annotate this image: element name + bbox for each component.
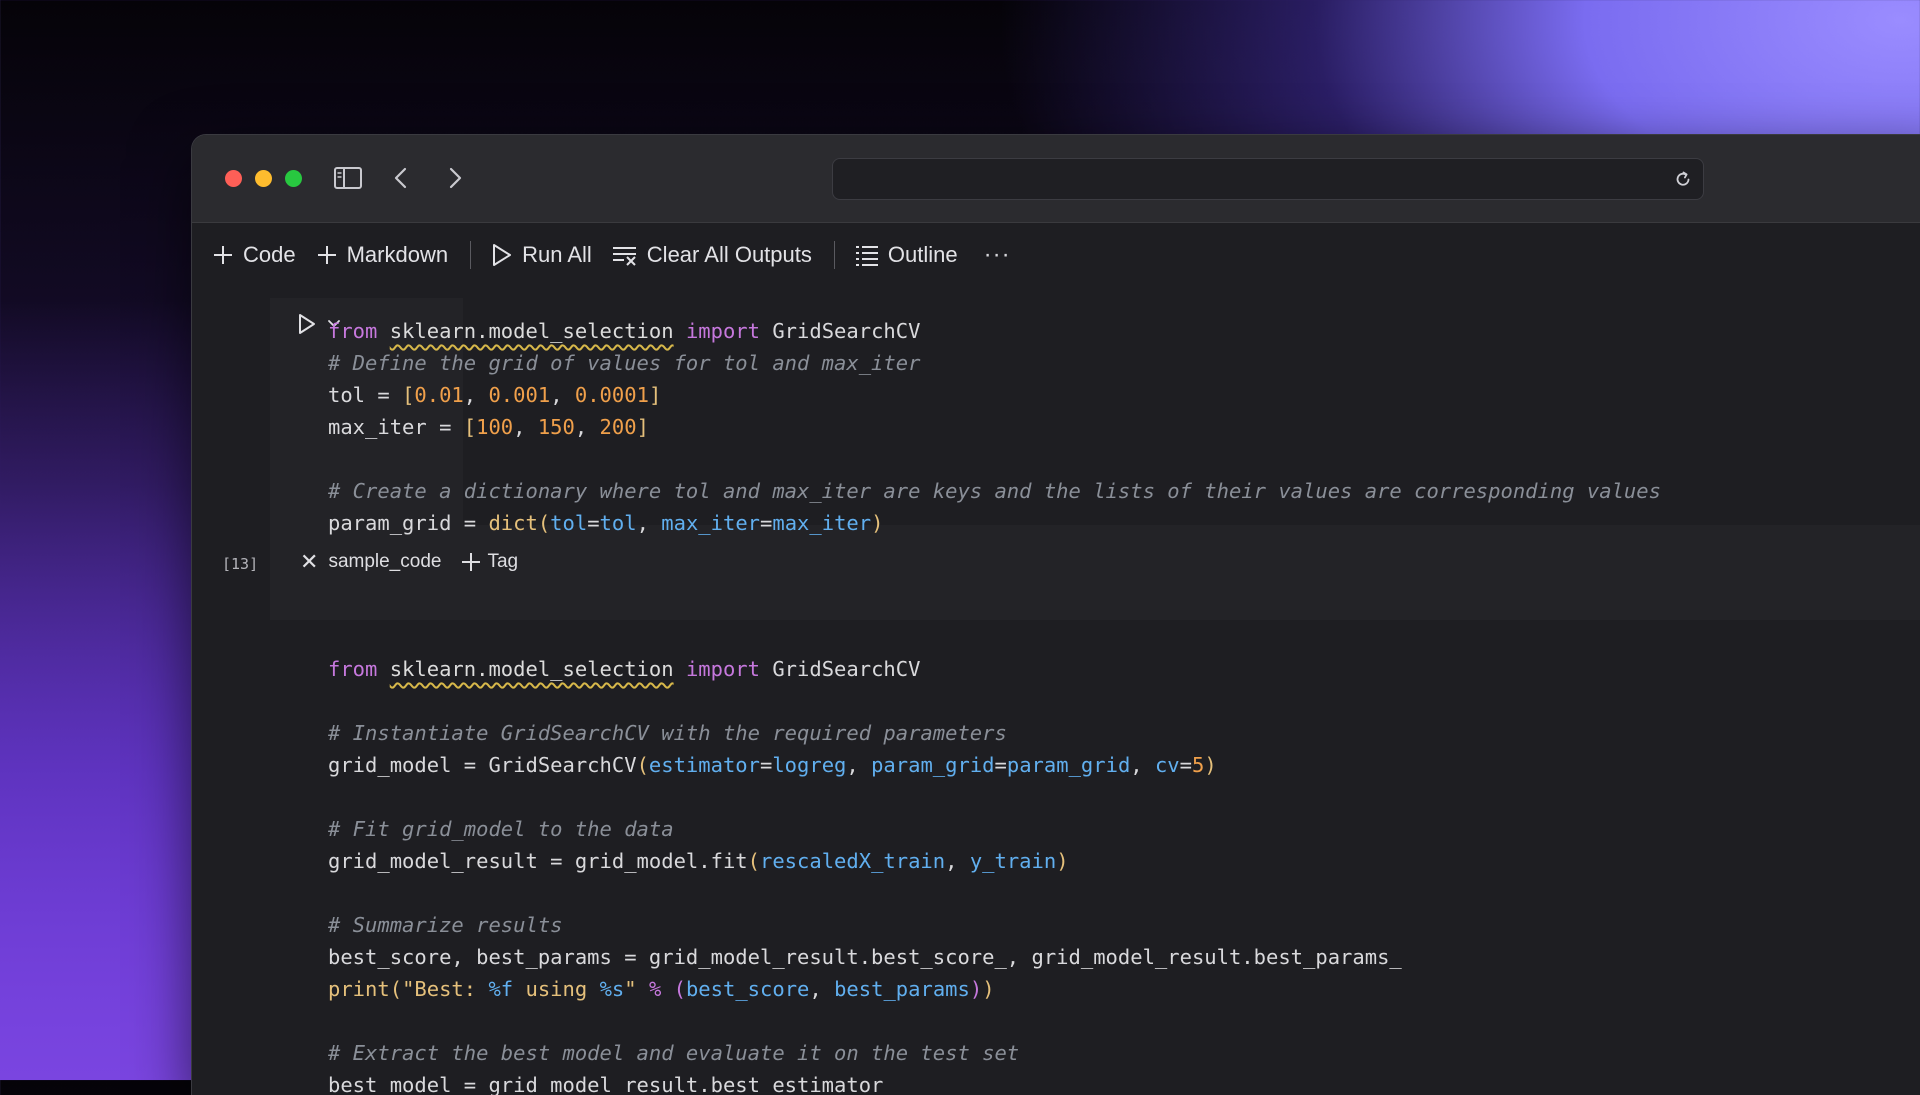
cell-tags: ✕ sample_code Tag (300, 549, 518, 575)
clear-all-outputs-label: Clear All Outputs (646, 242, 812, 267)
code-line: from sklearn.model_selection import Grid… (328, 319, 921, 343)
back-icon[interactable] (388, 163, 414, 193)
cell-1-code[interactable]: from sklearn.model_selection import Grid… (328, 315, 1661, 539)
code-line: tol = [0.01, 0.001, 0.0001] (328, 383, 662, 407)
tag-label: sample_code (328, 551, 442, 572)
reload-icon[interactable] (1673, 169, 1693, 189)
run-all-label: Run All (522, 242, 592, 267)
execution-count: [13] (222, 555, 259, 573)
cell-2-code[interactable]: from sklearn.model_selection import Grid… (328, 653, 1402, 1095)
outline-button[interactable]: Outline (855, 242, 958, 268)
clear-outputs-icon (612, 247, 636, 266)
code-line: best_model = grid_model_result.best_esti… (328, 1073, 896, 1095)
code-line: # Summarize results (328, 913, 563, 937)
add-markdown-label: Markdown (346, 242, 449, 267)
code-line: # Instantiate GridSearchCV with the requ… (328, 721, 1007, 745)
code-line: print("Best: %f using %s" % (best_score,… (328, 977, 995, 1001)
code-line: grid_model = GridSearchCV(estimator=logr… (328, 753, 1217, 777)
code-line: grid_model_result = grid_model.fit(resca… (328, 849, 1069, 873)
maximize-window-button[interactable] (285, 170, 302, 187)
clear-all-outputs-button[interactable]: Clear All Outputs (612, 242, 812, 268)
toolbar-divider (470, 241, 472, 269)
minimize-window-button[interactable] (255, 170, 272, 187)
code-line: # Extract the best model and evaluate it… (328, 1041, 1020, 1065)
code-line: from sklearn.model_selection import Grid… (328, 657, 921, 681)
toolbar-divider (833, 241, 835, 269)
code-line: best_score, best_params = grid_model_res… (328, 945, 1402, 969)
code-line: # Create a dictionary where tol and max_… (328, 479, 1661, 503)
more-actions-button[interactable]: ··· (984, 241, 1011, 269)
code-line: max_iter = [100, 150, 200] (328, 415, 649, 439)
plus-icon (317, 246, 336, 264)
code-line: param_grid = dict(tol=tol, max_iter=max_… (328, 511, 884, 535)
code-line: # Fit grid_model to the data (328, 817, 674, 841)
sidebar-toggle-icon[interactable] (333, 163, 363, 193)
run-all-button[interactable]: Run All (491, 242, 592, 268)
remove-tag-icon[interactable]: ✕ (300, 549, 318, 575)
add-code-label: Code (243, 242, 296, 267)
notebook-window: Code Markdown Run All Clear All Outputs … (192, 135, 1920, 1095)
plus-icon (214, 246, 232, 264)
title-bar (192, 135, 1920, 223)
outline-label: Outline (887, 242, 958, 267)
run-cell-icon[interactable] (297, 312, 317, 336)
play-icon (493, 244, 512, 266)
add-tag-label: Tag (487, 551, 519, 572)
address-bar[interactable] (832, 158, 1704, 200)
list-icon (855, 246, 878, 266)
add-code-cell-button[interactable]: Code (212, 242, 296, 268)
add-markdown-cell-button[interactable]: Markdown (316, 242, 448, 268)
forward-icon[interactable] (442, 163, 468, 193)
add-tag-button[interactable]: Tag (461, 551, 518, 573)
code-line: # Define the grid of values for tol and … (328, 351, 921, 375)
plus-icon (462, 553, 481, 571)
notebook-toolbar: Code Markdown Run All Clear All Outputs … (192, 223, 1920, 287)
close-window-button[interactable] (225, 170, 242, 187)
